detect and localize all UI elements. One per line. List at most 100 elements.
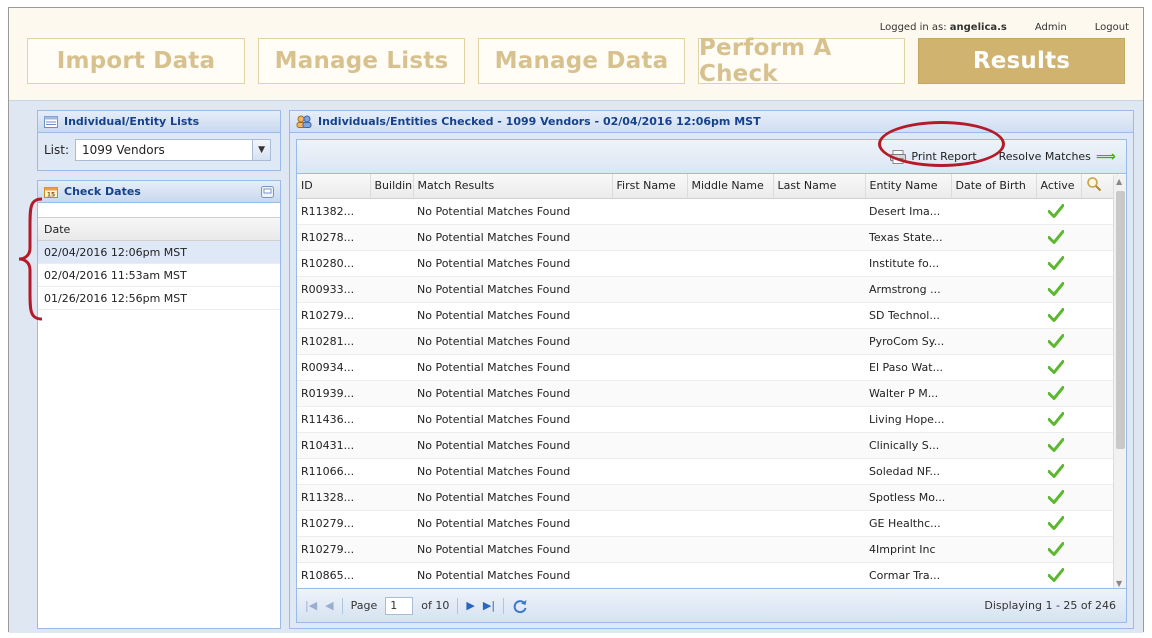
scroll-down-icon[interactable]: ▼ xyxy=(1116,579,1122,588)
cell-match-results: No Potential Matches Found xyxy=(413,276,612,303)
print-icon[interactable] xyxy=(261,185,274,198)
cell-middle-name xyxy=(687,458,773,485)
first-page-icon[interactable]: |◀ xyxy=(305,599,317,612)
cell-last-name xyxy=(773,250,865,277)
cell-middle-name xyxy=(687,510,773,537)
date-row[interactable]: 02/04/2016 11:53am MST xyxy=(38,264,280,287)
cell-date-of-birth xyxy=(951,328,1036,355)
tab-manage-data[interactable]: Manage Data xyxy=(478,38,685,84)
col-last-name[interactable]: Last Name xyxy=(773,174,866,199)
cell-middle-name xyxy=(687,354,773,381)
col-id[interactable]: ID xyxy=(297,174,371,199)
cell-last-name xyxy=(773,458,865,485)
cell-match-results: No Potential Matches Found xyxy=(413,536,612,563)
table-row[interactable]: R00933... No Potential Matches Found Armst… xyxy=(297,276,1117,303)
table-row[interactable]: R00934... No Potential Matches Found El Pa… xyxy=(297,354,1117,381)
table-row[interactable]: R10278... No Potential Matches Found Texas… xyxy=(297,224,1117,251)
table-row[interactable]: R11382... No Potential Matches Found Deser… xyxy=(297,198,1117,225)
col-match-results[interactable]: Match Results xyxy=(413,174,613,199)
table-row[interactable]: R10865... No Potential Matches Found Corma… xyxy=(297,562,1117,589)
cell-date-of-birth xyxy=(951,536,1036,563)
page-number-input[interactable]: 1 xyxy=(385,596,414,615)
cell-empty xyxy=(1081,406,1117,433)
list-select[interactable]: 1099 Vendors ▼ xyxy=(75,139,272,161)
cell-middle-name xyxy=(687,198,773,225)
top-bar: Logged in as: angelica.s Admin Logout Im… xyxy=(9,8,1143,100)
cell-building xyxy=(370,224,413,251)
table-row[interactable]: R11436... No Potential Matches Found Livin… xyxy=(297,406,1117,433)
cell-active xyxy=(1036,380,1081,407)
scrollbar-thumb[interactable] xyxy=(1116,191,1125,449)
table-row[interactable]: R11328... No Potential Matches Found Spotl… xyxy=(297,484,1117,511)
cell-last-name xyxy=(773,276,865,303)
table-row[interactable]: R01939... No Potential Matches Found Walte… xyxy=(297,380,1117,407)
resolve-matches-button[interactable]: Resolve Matches ⟹ xyxy=(999,149,1116,165)
cell-last-name xyxy=(773,432,865,459)
col-building[interactable]: Buildin xyxy=(370,174,414,199)
cell-empty xyxy=(1081,198,1117,225)
logout-link[interactable]: Logout xyxy=(1095,22,1129,33)
list-select-value: 1099 Vendors xyxy=(82,143,165,157)
cell-entity-name: SD Technol... xyxy=(865,302,951,329)
separator xyxy=(341,597,343,614)
svg-text:15: 15 xyxy=(47,191,55,198)
table-row[interactable]: R10280... No Potential Matches Found Insti… xyxy=(297,250,1117,277)
cell-empty xyxy=(1081,224,1117,251)
cell-entity-name: GE Healthc... xyxy=(865,510,951,537)
cell-building xyxy=(370,328,413,355)
cell-building xyxy=(370,484,413,511)
lists-panel: Individual/Entity Lists List: 1099 Vendo… xyxy=(37,110,281,171)
cell-middle-name xyxy=(687,536,773,563)
table-row[interactable]: R10281... No Potential Matches Found PyroC… xyxy=(297,328,1117,355)
cell-entity-name: PyroCom Sy... xyxy=(865,328,951,355)
cell-last-name xyxy=(773,302,865,329)
cell-id: R00933... xyxy=(297,276,370,303)
pagination-bar: |◀ ◀ Page 1 of 10 ▶ ▶| Displaying 1 - 25… xyxy=(297,588,1126,622)
cell-match-results: No Potential Matches Found xyxy=(413,562,612,589)
chevron-down-icon[interactable]: ▼ xyxy=(252,140,271,160)
next-page-icon[interactable]: ▶ xyxy=(466,599,474,612)
cell-entity-name: Clinically S... xyxy=(865,432,951,459)
magnifier-icon[interactable] xyxy=(1086,176,1102,192)
cell-empty xyxy=(1081,276,1117,303)
checkmark-icon xyxy=(1048,308,1064,322)
table-row[interactable]: R11066... No Potential Matches Found Soled… xyxy=(297,458,1117,485)
cell-date-of-birth xyxy=(951,302,1036,329)
cell-active xyxy=(1036,354,1081,381)
table-row[interactable]: R10431... No Potential Matches Found Clini… xyxy=(297,432,1117,459)
col-search[interactable] xyxy=(1081,174,1118,199)
vertical-scrollbar[interactable]: ▲ ▼ xyxy=(1113,175,1126,590)
cell-id: R00934... xyxy=(297,354,370,381)
cell-building xyxy=(370,562,413,589)
date-row-selected[interactable]: 02/04/2016 12:06pm MST xyxy=(38,241,280,264)
cell-entity-name: Armstrong ... xyxy=(865,276,951,303)
cell-empty xyxy=(1081,562,1117,589)
last-page-icon[interactable]: ▶| xyxy=(483,599,495,612)
cell-first-name xyxy=(612,224,687,251)
cell-date-of-birth xyxy=(951,380,1036,407)
col-entity-name[interactable]: Entity Name xyxy=(865,174,952,199)
tab-import-data[interactable]: Import Data xyxy=(27,38,245,84)
date-row[interactable]: 01/26/2016 12:56pm MST xyxy=(38,287,280,310)
col-first-name[interactable]: First Name xyxy=(612,174,688,199)
table-row[interactable]: R10279... No Potential Matches Found 4Impr… xyxy=(297,536,1117,563)
cell-empty xyxy=(1081,380,1117,407)
main-nav: Import Data Manage Lists Manage Data Per… xyxy=(27,35,1138,87)
cell-empty xyxy=(1081,354,1117,381)
tab-manage-lists[interactable]: Manage Lists xyxy=(258,38,465,84)
print-report-button[interactable]: Print Report xyxy=(890,149,977,164)
prev-page-icon[interactable]: ◀ xyxy=(325,599,333,612)
scroll-up-icon[interactable]: ▲ xyxy=(1116,177,1122,186)
admin-link[interactable]: Admin xyxy=(1035,22,1067,33)
tab-results[interactable]: Results xyxy=(918,38,1125,84)
refresh-icon[interactable] xyxy=(512,598,528,614)
cell-first-name xyxy=(612,380,687,407)
col-active[interactable]: Active xyxy=(1036,174,1082,199)
col-middle-name[interactable]: Middle Name xyxy=(687,174,774,199)
col-date-of-birth[interactable]: Date of Birth xyxy=(951,174,1037,199)
table-row[interactable]: R10279... No Potential Matches Found GE He… xyxy=(297,510,1117,537)
date-column-header[interactable]: Date xyxy=(38,217,280,241)
checkmark-icon xyxy=(1048,464,1064,478)
table-row[interactable]: R10279... No Potential Matches Found SD Te… xyxy=(297,302,1117,329)
tab-perform-a-check[interactable]: Perform A Check xyxy=(698,35,905,87)
